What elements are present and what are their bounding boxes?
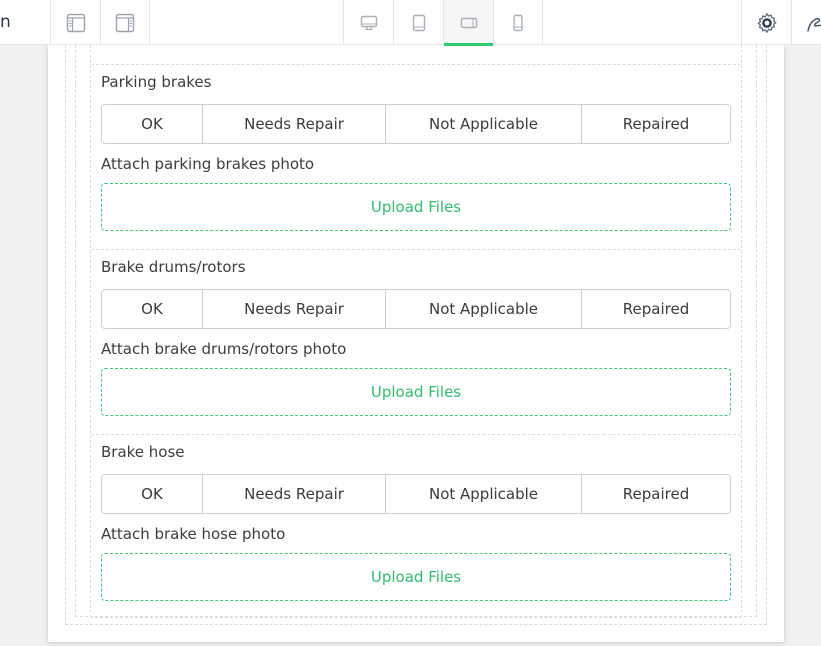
question-section: Brake hose OK Needs Repair Not Applicabl…	[91, 434, 741, 614]
option-ok[interactable]: OK	[102, 475, 203, 513]
attach-photo-label: Attach parking brakes photo	[101, 155, 315, 173]
option-not-applicable[interactable]: Not Applicable	[386, 475, 582, 513]
layout-left-sidebar-icon	[66, 13, 85, 32]
option-needs-repair[interactable]: Needs Repair	[203, 290, 386, 328]
option-ok[interactable]: OK	[102, 105, 203, 143]
gear-icon	[757, 12, 776, 33]
settings-button[interactable]	[741, 0, 792, 45]
option-needs-repair[interactable]: Needs Repair	[203, 105, 386, 143]
status-segmented-control: OK Needs Repair Not Applicable Repaired	[101, 474, 731, 514]
form-canvas: Parking brakes OK Needs Repair Not Appli…	[48, 45, 784, 642]
option-not-applicable[interactable]: Not Applicable	[386, 105, 582, 143]
upload-files-button[interactable]: Upload Files	[101, 183, 731, 231]
question-label: Parking brakes	[101, 73, 212, 91]
tablet-landscape-icon	[460, 17, 477, 28]
signature-button[interactable]	[792, 0, 821, 45]
option-ok[interactable]: OK	[102, 290, 203, 328]
option-not-applicable[interactable]: Not Applicable	[386, 290, 582, 328]
upload-files-button[interactable]: Upload Files	[101, 368, 731, 416]
question-section: Brake drums/rotors OK Needs Repair Not A…	[91, 249, 741, 434]
signature-icon	[807, 17, 821, 32]
upload-files-button[interactable]: Upload Files	[101, 553, 731, 601]
device-desktop-button[interactable]	[343, 0, 393, 45]
status-segmented-control: OK Needs Repair Not Applicable Repaired	[101, 289, 731, 329]
attach-photo-label: Attach brake hose photo	[101, 525, 286, 543]
option-repaired[interactable]: Repaired	[582, 105, 730, 143]
question-section: Parking brakes OK Needs Repair Not Appli…	[91, 64, 741, 249]
top-toolbar: n	[0, 0, 821, 46]
mobile-icon	[513, 14, 523, 31]
option-repaired[interactable]: Repaired	[582, 290, 730, 328]
desktop-icon	[360, 15, 377, 30]
toolbar-title-fragment: n	[0, 12, 11, 32]
question-label: Brake drums/rotors	[101, 258, 246, 276]
layout-right-sidebar-icon	[115, 13, 135, 32]
status-segmented-control: OK Needs Repair Not Applicable Repaired	[101, 104, 731, 144]
option-repaired[interactable]: Repaired	[582, 475, 730, 513]
option-needs-repair[interactable]: Needs Repair	[203, 475, 386, 513]
device-tablet-landscape-button[interactable]	[443, 0, 493, 46]
tablet-portrait-icon	[412, 14, 425, 31]
layout-left-sidebar-button[interactable]	[50, 0, 100, 45]
question-label: Brake hose	[101, 443, 185, 461]
attach-photo-label: Attach brake drums/rotors photo	[101, 340, 347, 358]
layout-right-sidebar-button[interactable]	[100, 0, 150, 45]
device-tablet-portrait-button[interactable]	[393, 0, 443, 45]
device-mobile-button[interactable]	[493, 0, 543, 45]
